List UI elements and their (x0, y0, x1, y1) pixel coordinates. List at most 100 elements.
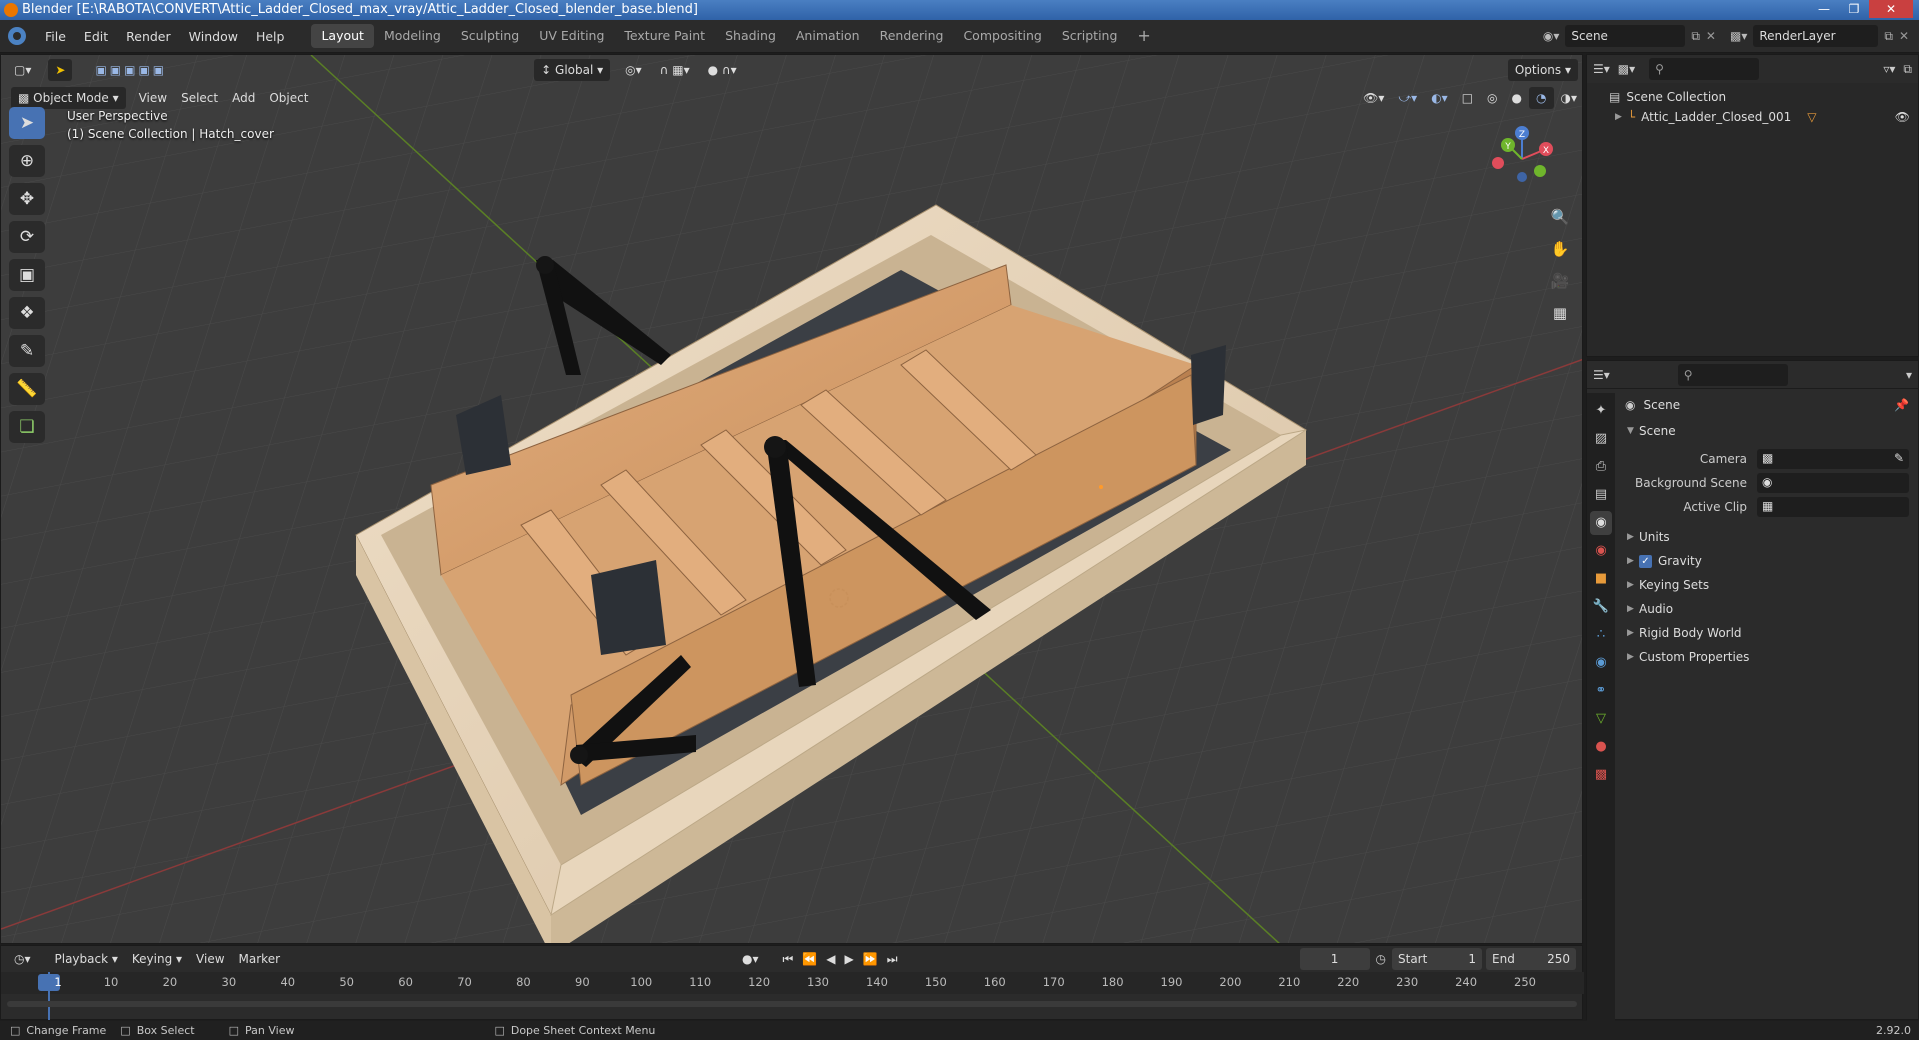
new-collection-icon[interactable]: ⧉ (1903, 62, 1912, 77)
output-tab-icon[interactable]: ⎙ (1590, 455, 1612, 479)
tab-sculpting[interactable]: Sculpting (451, 24, 529, 48)
outliner-editor-type-icon[interactable]: ☰▾ (1593, 62, 1610, 76)
close-button[interactable]: ✕ (1869, 0, 1913, 18)
delete-renderlayer-icon[interactable]: ✕ (1899, 29, 1909, 43)
zoom-icon[interactable]: 🔍 (1546, 203, 1574, 231)
expand-arrow-icon[interactable]: ▶ (1615, 107, 1622, 127)
object-mode-dropdown[interactable]: ▩ Object Mode ▾ (11, 87, 126, 109)
menu-select[interactable]: Select (174, 87, 225, 109)
pin-icon[interactable]: 📌 (1894, 398, 1909, 412)
tool-tab-icon[interactable]: ✦ (1590, 399, 1612, 423)
audio-panel-header[interactable]: ▶ Audio (1617, 597, 1917, 621)
shading-wireframe-icon[interactable]: ◎ (1480, 87, 1504, 109)
tab-rendering[interactable]: Rendering (870, 24, 954, 48)
overlays-icon[interactable]: ◐▾ (1424, 87, 1455, 109)
gravity-checkbox[interactable]: ✓ (1639, 554, 1652, 568)
world-tab-icon[interactable]: ◉ (1590, 539, 1612, 563)
units-panel-header[interactable]: ▶ Units (1617, 525, 1917, 549)
display-mode-icon[interactable]: ▩▾ (1618, 62, 1635, 76)
auto-keying-icon[interactable]: ●▾ (742, 952, 759, 966)
start-frame-field[interactable]: Start 1 (1392, 948, 1482, 970)
ortho-grid-icon[interactable]: ▦ (1546, 299, 1574, 327)
viewport-scene[interactable] (1, 55, 1583, 944)
physics-tab-icon[interactable]: ◉ (1590, 651, 1612, 675)
options-dropdown[interactable]: Options ▾ (1507, 59, 1578, 81)
shading-material-icon[interactable]: ◔ (1529, 87, 1554, 109)
active-clip-field[interactable]: ▦ (1757, 497, 1909, 517)
xray-icon[interactable]: □ (1455, 87, 1480, 109)
menu-playback[interactable]: Playback ▾ (48, 948, 125, 970)
background-scene-field[interactable]: ◉ (1757, 473, 1909, 493)
outliner-item-attic-ladder[interactable]: ▶ └ Attic_Ladder_Closed_001 ▽ 👁 (1587, 107, 1918, 127)
scene-name-field[interactable]: Scene (1565, 25, 1686, 47)
tab-shading[interactable]: Shading (715, 24, 786, 48)
outliner-item-scene-collection[interactable]: ▤ Scene Collection (1587, 87, 1918, 107)
eyedropper-icon[interactable]: ✎ (1894, 451, 1904, 465)
camera-view-icon[interactable]: 🎥 (1546, 267, 1574, 295)
selection-mode-icons[interactable]: ▣▣▣▣▣ (88, 59, 174, 81)
rigid-body-world-panel-header[interactable]: ▶ Rigid Body World (1617, 621, 1917, 645)
blender-logo-icon[interactable] (8, 27, 26, 45)
tab-texture-paint[interactable]: Texture Paint (614, 24, 715, 48)
delete-scene-icon[interactable]: ✕ (1706, 29, 1716, 43)
menu-object[interactable]: Object (262, 87, 315, 109)
renderlayer-name-field[interactable]: RenderLayer (1753, 25, 1879, 47)
play-icon[interactable]: ▶ (845, 952, 854, 967)
new-scene-icon[interactable]: ⧉ (1691, 29, 1700, 44)
minimize-button[interactable]: — (1809, 0, 1839, 18)
properties-editor-type-icon[interactable]: ☰▾ (1593, 368, 1610, 382)
snap-icon[interactable]: ∩ ▦▾ (653, 59, 697, 81)
annotate-tool-icon[interactable]: ✎ (9, 335, 45, 367)
jump-start-icon[interactable]: ⏮ (783, 952, 794, 967)
transform-tool-icon[interactable]: ❖ (9, 297, 45, 329)
visibility-icon[interactable]: 👁▾ (1356, 87, 1391, 109)
move-tool-icon[interactable]: ✥ (9, 183, 45, 215)
tab-compositing[interactable]: Compositing (953, 24, 1051, 48)
gravity-panel-header[interactable]: ▶ ✓ Gravity (1617, 549, 1917, 573)
menu-view[interactable]: View (132, 87, 174, 109)
scene-browse-icon[interactable]: ◉▾ (1543, 29, 1560, 43)
scene-panel-header[interactable]: ▼ Scene (1617, 419, 1917, 443)
shading-solid-icon[interactable]: ● (1505, 87, 1529, 109)
properties-options-icon[interactable]: ▾ (1906, 368, 1912, 382)
menu-add[interactable]: Add (225, 87, 262, 109)
menu-file[interactable]: File (36, 20, 75, 53)
render-tab-icon[interactable]: ▨ (1590, 427, 1612, 451)
editor-type-icon[interactable]: ▢▾ (7, 59, 38, 81)
data-tab-icon[interactable]: ▽ (1590, 707, 1612, 731)
timeline-scrollbar[interactable] (7, 1001, 1577, 1007)
rotate-tool-icon[interactable]: ⟳ (9, 221, 45, 253)
menu-window[interactable]: Window (180, 20, 247, 53)
filter-icon[interactable]: ▿▾ (1883, 62, 1895, 76)
navigation-gizmo[interactable]: Z X Y (1482, 119, 1562, 199)
measure-tool-icon[interactable]: 📏 (9, 373, 45, 405)
pan-hand-icon[interactable]: ✋ (1546, 235, 1574, 263)
particles-tab-icon[interactable]: ∴ (1590, 623, 1612, 647)
pivot-point-icon[interactable]: ◎▾ (618, 59, 649, 81)
tab-scripting[interactable]: Scripting (1052, 24, 1128, 48)
custom-properties-panel-header[interactable]: ▶ Custom Properties (1617, 645, 1917, 669)
select-box-tool-icon[interactable]: ➤ (9, 107, 45, 139)
menu-keying[interactable]: Keying ▾ (125, 948, 189, 970)
material-tab-icon[interactable]: ● (1590, 735, 1612, 759)
keying-sets-panel-header[interactable]: ▶ Keying Sets (1617, 573, 1917, 597)
current-frame-field[interactable]: 1 (1299, 948, 1370, 970)
properties-search-input[interactable]: ⚲ (1677, 363, 1788, 386)
constraints-tab-icon[interactable]: ⚭ (1590, 679, 1612, 703)
object-tab-icon[interactable]: ■ (1590, 567, 1612, 591)
texture-tab-icon[interactable]: ▩ (1590, 763, 1612, 787)
tab-uv-editing[interactable]: UV Editing (529, 24, 614, 48)
gizmo-toggle-icon[interactable]: ⤻▾ (1391, 87, 1424, 109)
end-frame-field[interactable]: End 250 (1486, 948, 1576, 970)
proportional-editing-icon[interactable]: ● ∩▾ (701, 59, 744, 81)
timeline-editor-type-icon[interactable]: ◷▾ (7, 948, 38, 970)
transform-orientation-dropdown[interactable]: ↕ Global ▾ (534, 59, 611, 81)
maximize-button[interactable]: ❐ (1839, 0, 1869, 18)
prev-keyframe-icon[interactable]: ⏪ (802, 952, 817, 967)
camera-field[interactable]: ▩ ✎ (1757, 449, 1909, 469)
outliner-search-input[interactable]: ⚲ (1649, 58, 1760, 80)
add-workspace-icon[interactable]: + (1127, 24, 1160, 48)
visibility-eye-icon[interactable]: 👁 (1895, 107, 1910, 127)
frame-ruler[interactable]: 1 10 20 30 40 50 60 70 80 90 100 110 120 130 140 150 160… (1, 972, 1584, 1020)
menu-marker[interactable]: Marker (232, 948, 287, 970)
